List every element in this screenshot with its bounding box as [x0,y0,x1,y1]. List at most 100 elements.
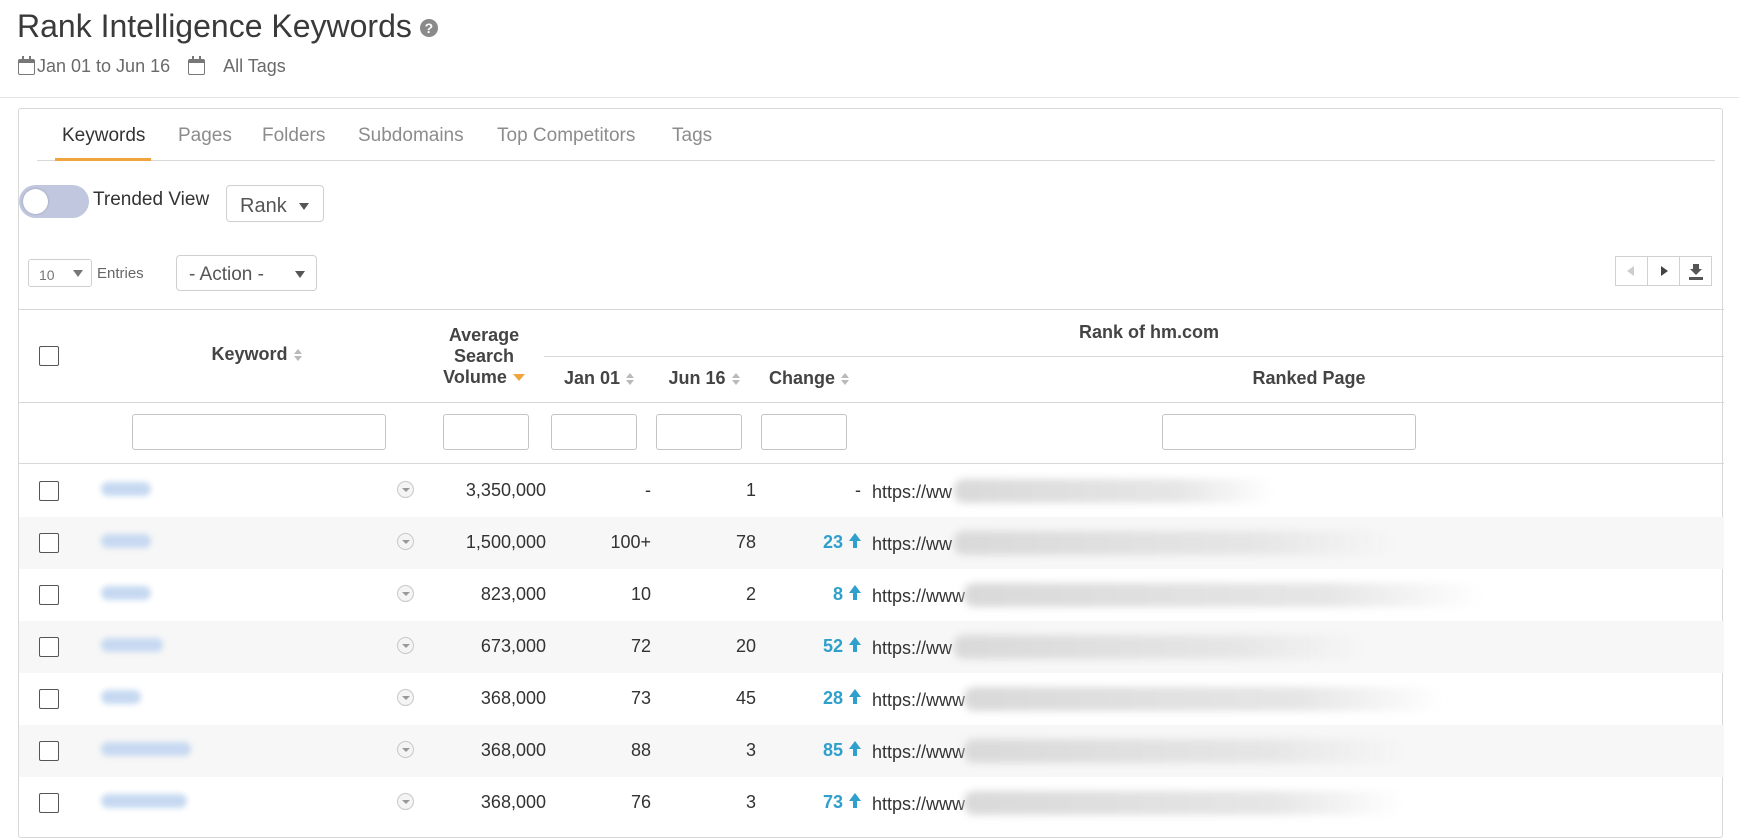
active-tab-indicator [55,158,151,161]
metric-select-value: Rank [240,195,287,217]
volume-filter-input[interactable] [443,414,529,450]
search-volume-column-header[interactable]: Average Search Volume [424,325,544,388]
row-checkbox[interactable] [39,689,59,709]
download-icon [1689,264,1703,280]
keyword-link[interactable] [101,690,141,704]
tab-subdomains[interactable]: Subdomains [358,125,464,147]
jan01-rank: 73 [630,688,651,708]
metric-select[interactable]: Rank [226,185,324,222]
question-circle-icon[interactable]: ? [419,19,438,37]
trended-view-toggle[interactable] [19,185,89,218]
filter-divider [19,463,1724,464]
keyword-link[interactable] [101,586,151,600]
calendar-icon[interactable] [18,55,35,75]
tab-keywords[interactable]: Keywords [62,125,145,147]
keyword-link[interactable] [101,742,191,756]
chevron-down-icon[interactable] [397,637,414,654]
chevron-down-icon[interactable] [397,533,414,550]
tab-tags[interactable]: Tags [672,125,712,147]
redacted-url [954,531,1394,555]
prev-page-button[interactable] [1615,256,1648,286]
row-checkbox[interactable] [39,741,59,761]
tab-folders[interactable]: Folders [262,125,325,147]
tab-pages[interactable]: Pages [178,125,232,147]
chevron-down-icon[interactable] [397,481,414,498]
ranked-page-url[interactable]: https://www [872,690,965,711]
redacted-url [954,479,1274,503]
search-volume: 368,000 [480,688,546,708]
row-checkbox[interactable] [39,793,59,813]
chevron-down-icon [295,271,305,278]
jun16-filter-input[interactable] [656,414,742,450]
chevron-down-icon[interactable] [397,793,414,810]
row-checkbox[interactable] [39,585,59,605]
action-select[interactable]: - Action - [176,255,317,291]
tab-top-competitors[interactable]: Top Competitors [497,125,635,147]
redacted-url [964,583,1484,607]
jun16-rank: 3 [745,740,756,760]
jan01-rank: 88 [630,740,651,760]
ranked-page-url[interactable]: https://www [872,586,965,607]
arrow-up-icon [849,533,861,549]
chevron-down-icon [299,203,309,210]
tags-filter[interactable]: All Tags [223,56,286,77]
rank-group-header: Rank of hm.com [1078,322,1220,342]
jan01-rank: 76 [630,792,651,812]
jan01-column-header[interactable]: Jan 01 [549,368,649,389]
table-row: 673,000 72 20 52 https://ww [19,621,1724,673]
sort-icon [731,373,740,385]
download-button[interactable] [1679,256,1712,286]
keyword-link[interactable] [101,794,187,808]
chevron-down-icon[interactable] [397,689,414,706]
ranked-page-url[interactable]: https://www [872,794,965,815]
keyword-column-header[interactable]: Keyword [89,344,424,365]
jun16-rank: 78 [735,532,756,552]
jan01-rank: 10 [630,584,651,604]
calendar-icon[interactable] [188,55,206,75]
table-row: 368,000 73 45 28 https://www [19,673,1724,725]
date-range[interactable]: Jan 01 to Jun 16 [37,56,170,77]
row-checkbox[interactable] [39,533,59,553]
keyword-filter-input[interactable] [132,414,386,450]
jan01-rank: 100+ [610,532,651,552]
search-volume: 823,000 [480,584,546,604]
redacted-url [954,635,1364,659]
jun16-rank: 45 [735,688,756,708]
trended-view-label: Trended View [93,189,210,210]
ranked-page-url[interactable]: https://ww [872,534,952,555]
jun16-column-header[interactable]: Jun 16 [654,368,754,389]
keyword-link[interactable] [101,638,163,652]
sort-icon [626,373,635,385]
chevron-down-icon[interactable] [397,585,414,602]
chevron-down-icon[interactable] [397,741,414,758]
group-divider [544,356,1724,357]
select-all-checkbox[interactable] [39,346,59,366]
rank-change: 73 [759,792,861,813]
tab-bar: Keywords Pages Folders Subdomains Top Co… [37,109,1715,161]
row-checkbox[interactable] [39,637,59,657]
jun16-rank: 3 [745,792,756,812]
ranked-page-url[interactable]: https://ww [872,638,952,659]
rank-change: 52 [759,636,861,657]
ranked-page-url[interactable]: https://ww [872,482,952,503]
jan01-rank: 72 [630,636,651,656]
ranked-page-filter-input[interactable] [1162,414,1416,450]
search-volume: 1,500,000 [465,532,546,552]
change-filter-input[interactable] [761,414,847,450]
change-column-header[interactable]: Change [759,368,859,389]
keyword-link[interactable] [101,534,151,548]
row-checkbox[interactable] [39,481,59,501]
search-volume: 368,000 [480,740,546,760]
table-row: 1,500,000 100+ 78 23 https://ww [19,517,1724,569]
entries-select[interactable]: 10 [28,259,92,287]
arrow-up-icon [849,741,861,757]
search-volume: 3,350,000 [465,480,546,500]
page-header: Rank Intelligence Keywords? Jan 01 to Ju… [0,0,1739,98]
ranked-page-url[interactable]: https://www [872,742,965,763]
jan01-filter-input[interactable] [551,414,637,450]
table-row: 3,350,000 - 1 - https://ww [19,465,1724,517]
jun16-rank: 1 [745,480,756,500]
next-page-button[interactable] [1647,256,1680,286]
jun16-rank: 2 [745,584,756,604]
keyword-link[interactable] [101,482,151,496]
